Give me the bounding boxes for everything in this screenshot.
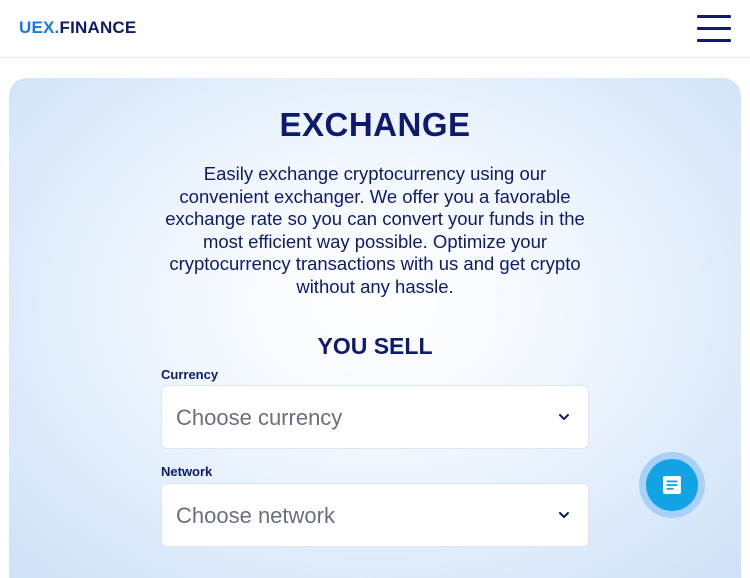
chat-icon xyxy=(663,476,681,494)
network-select[interactable]: Choose network xyxy=(161,483,589,547)
currency-label: Currency xyxy=(161,367,219,382)
page-description: Easily exchange cryptocurrency using our… xyxy=(165,163,585,297)
currency-placeholder: Choose currency xyxy=(176,405,343,430)
currency-select[interactable]: Choose currency xyxy=(161,385,589,449)
network-label: Network xyxy=(161,464,213,479)
chat-button[interactable] xyxy=(639,452,705,518)
you-sell-title: YOU SELL xyxy=(317,333,433,359)
page-title: EXCHANGE xyxy=(279,106,471,143)
logo[interactable]: UEX.FINANCE xyxy=(19,18,136,38)
chevron-down-icon xyxy=(559,414,569,420)
header: UEX.FINANCE xyxy=(0,0,750,58)
hamburger-menu-icon[interactable] xyxy=(697,15,733,43)
logo-part1: UEX. xyxy=(19,18,60,37)
network-placeholder: Choose network xyxy=(176,503,335,528)
chevron-down-icon xyxy=(559,512,569,518)
logo-part2: FINANCE xyxy=(59,18,137,37)
